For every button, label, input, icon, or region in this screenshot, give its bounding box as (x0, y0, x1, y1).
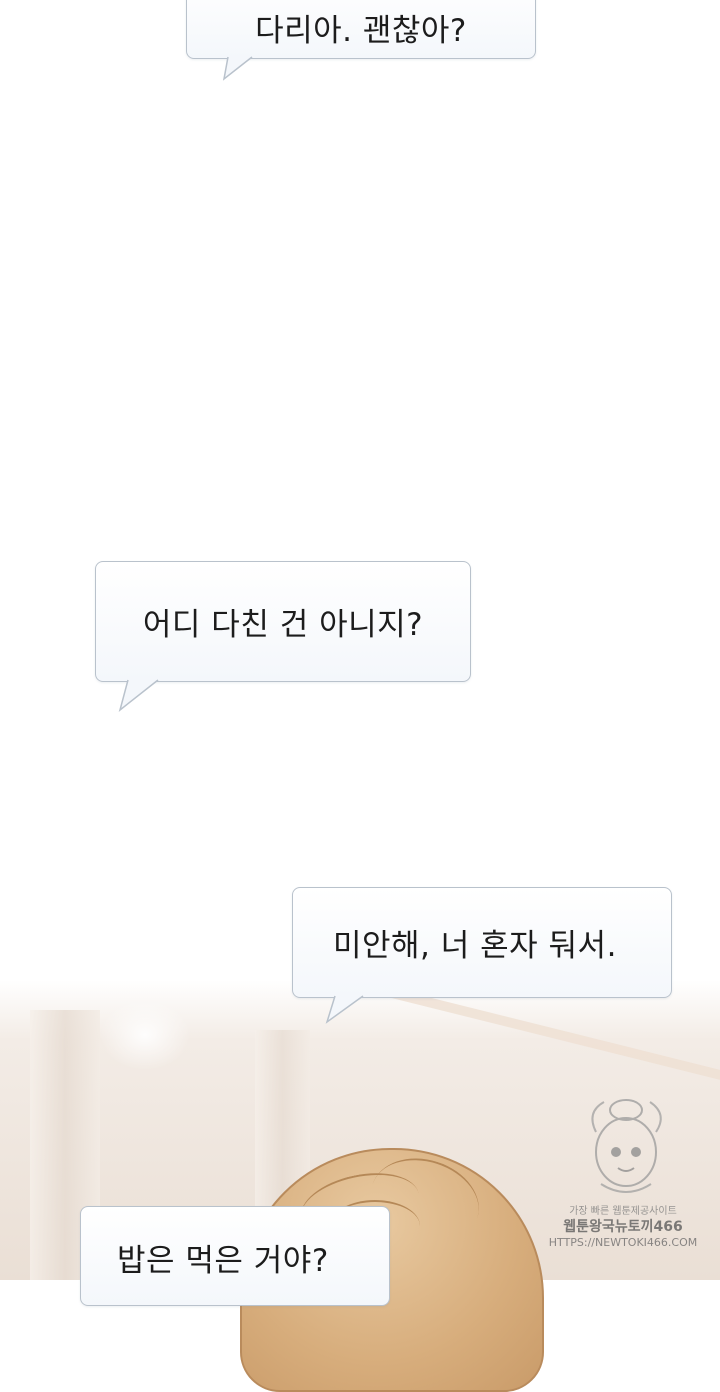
dialogue-text: 미안해, 너 혼자 둬서. (333, 928, 617, 964)
mascot-logo-icon (591, 1099, 662, 1193)
speech-bubble: 미안해, 너 혼자 둬서. (292, 887, 672, 998)
speech-bubble-tail (325, 995, 364, 1024)
dialogue-text: 밥은 먹은 거야? (117, 1243, 329, 1279)
watermark-title: 웹툰왕국뉴토끼466 (563, 1219, 683, 1235)
speech-bubble: 어디 다친 건 아니지? (95, 561, 471, 682)
dialogue-text: 다리아. 괜찮아? (255, 13, 467, 49)
dialogue-text: 어디 다친 건 아니지? (142, 607, 424, 643)
speech-bubble: 다리아. 괜찮아? (186, 0, 536, 59)
background-light (100, 1000, 190, 1070)
speech-bubble: 밥은 먹은 거야? (80, 1206, 390, 1306)
speech-bubble-tail (118, 679, 159, 712)
watermark-url: HTTPS://NEWTOKI466.COM (548, 1236, 698, 1249)
watermark-tagline: 가장 빠른 웹툰제공사이트 (569, 1206, 677, 1217)
speech-bubble-tail (222, 56, 253, 81)
site-watermark: 가장 빠른 웹툰제공사이트 웹툰왕국뉴토끼466 HTTPS://NEWTOKI… (548, 1092, 698, 1270)
